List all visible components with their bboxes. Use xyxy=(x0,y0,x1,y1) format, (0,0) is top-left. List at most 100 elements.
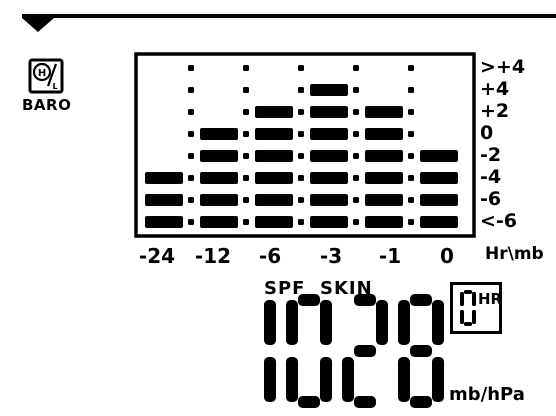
graph-divider-dot xyxy=(353,65,359,71)
graph-divider-dot xyxy=(408,153,414,159)
y-level-label: -6 xyxy=(480,188,502,210)
pressure-digit-segment xyxy=(264,357,276,402)
bar-segment--3 xyxy=(310,106,348,118)
menu-caret-icon[interactable] xyxy=(22,18,54,32)
bar-segment--12 xyxy=(200,172,238,184)
graph-divider-dot xyxy=(188,131,194,137)
graph-divider-dot xyxy=(408,197,414,203)
graph-divider-dot xyxy=(298,87,304,93)
graph-divider-dot xyxy=(408,87,414,93)
y-level-label: +2 xyxy=(480,100,510,122)
x-tick-label: -1 xyxy=(378,244,402,268)
x-tick-label: -24 xyxy=(138,244,176,268)
graph-divider-dot xyxy=(243,131,249,137)
graph-divider-dot xyxy=(243,219,249,225)
bar-segment--3 xyxy=(310,150,348,162)
pressure-digit-segment xyxy=(432,357,444,402)
graph-divider-dot xyxy=(188,153,194,159)
history-digit-segment xyxy=(460,292,464,306)
bar-segment--24 xyxy=(145,194,183,206)
bar-segment--6 xyxy=(255,150,293,162)
graph-divider-dot xyxy=(243,87,249,93)
pressure-digit-segment xyxy=(298,294,320,306)
graph-divider-dot xyxy=(188,65,194,71)
history-digit xyxy=(460,290,476,326)
pressure-digit-segment xyxy=(410,294,432,306)
bar-segment--1 xyxy=(365,194,403,206)
y-level-label: <-6 xyxy=(480,210,518,232)
graph-divider-dot xyxy=(243,109,249,115)
graph-divider-dot xyxy=(298,219,304,225)
graph-divider-dot xyxy=(243,197,249,203)
pressure-unit: mb/hPa xyxy=(449,384,525,405)
graph-divider-dot xyxy=(298,175,304,181)
bar-segment--3 xyxy=(310,172,348,184)
graph-divider-dot xyxy=(298,109,304,115)
bar-segment--24 xyxy=(145,216,183,228)
graph-divider-dot xyxy=(188,197,194,203)
bar-segment--12 xyxy=(200,128,238,140)
svg-text:L: L xyxy=(52,82,57,91)
history-digit-segment xyxy=(464,290,472,294)
bar-segment--12 xyxy=(200,194,238,206)
x-tick-label: 0 xyxy=(440,244,454,268)
pressure-digit-segment xyxy=(354,294,376,306)
bar-segment--1 xyxy=(365,216,403,228)
history-unit-label: HR xyxy=(478,290,503,308)
y-level-label: 0 xyxy=(480,122,494,144)
pressure-digit-segment xyxy=(432,300,444,345)
history-digit-segment xyxy=(472,292,476,306)
graph-divider-dot xyxy=(353,109,359,115)
pressure-digit-segment xyxy=(376,300,388,345)
pressure-digit-segment xyxy=(298,396,320,408)
graph-divider-dot xyxy=(243,65,249,71)
y-level-label: -4 xyxy=(480,166,502,188)
bar-segment--6 xyxy=(255,216,293,228)
graph-divider-dot xyxy=(408,175,414,181)
bar-segment--12 xyxy=(200,150,238,162)
pressure-digit-segment xyxy=(398,357,410,402)
graph-divider-dot xyxy=(353,175,359,181)
bar-segment--1 xyxy=(365,106,403,118)
graph-divider-dot xyxy=(353,153,359,159)
graph-divider-dot xyxy=(298,65,304,71)
graph-divider-dot xyxy=(408,219,414,225)
graph-divider-dot xyxy=(408,109,414,115)
bar-segment--6 xyxy=(255,106,293,118)
pressure-digit-segment xyxy=(286,300,298,345)
baro-label: BARO xyxy=(22,96,72,114)
bar-segment--3 xyxy=(310,194,348,206)
pressure-digit-segment xyxy=(354,396,376,408)
graph-divider-dot xyxy=(353,131,359,137)
bar-segment--12 xyxy=(200,216,238,228)
pressure-digit-segment xyxy=(410,345,432,357)
bar-segment--3 xyxy=(310,128,348,140)
pressure-digit-segment xyxy=(410,396,432,408)
graph-divider-dot xyxy=(408,131,414,137)
graph-divider-dot xyxy=(353,197,359,203)
history-digit-segment xyxy=(464,322,472,326)
barometer-icon: H L xyxy=(28,58,64,94)
pressure-digit-segment xyxy=(398,300,410,345)
history-digit-segment xyxy=(460,310,464,324)
x-tick-label: -12 xyxy=(194,244,232,268)
bar-segment--6 xyxy=(255,194,293,206)
bar-segment--3 xyxy=(310,216,348,228)
pressure-digit-segment xyxy=(320,357,332,402)
y-level-label: -2 xyxy=(480,144,502,166)
bar-segment-0 xyxy=(420,150,458,162)
pressure-digit-segment xyxy=(264,300,276,345)
graph-divider-dot xyxy=(188,219,194,225)
graph-divider-dot xyxy=(408,65,414,71)
bar-segment-0 xyxy=(420,194,458,206)
graph-divider-dot xyxy=(243,175,249,181)
bar-segment--3 xyxy=(310,84,348,96)
pressure-readout xyxy=(264,294,444,408)
pressure-history-graph xyxy=(134,52,476,238)
x-tick-label: -3 xyxy=(319,244,343,268)
bar-segment--6 xyxy=(255,172,293,184)
graph-divider-dot xyxy=(353,219,359,225)
pressure-digit-segment xyxy=(320,300,332,345)
graph-divider-dot xyxy=(298,197,304,203)
pressure-digit-segment xyxy=(354,345,376,357)
